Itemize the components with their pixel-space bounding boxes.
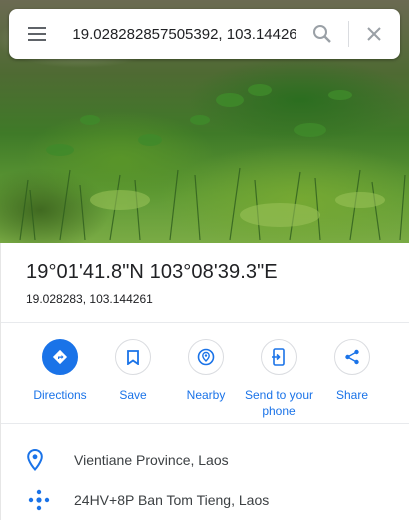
save-label: Save	[119, 388, 147, 402]
bookmark-icon	[127, 349, 139, 365]
share-icon	[345, 349, 359, 365]
region-text: Vientiane Province, Laos	[74, 452, 229, 468]
search-input[interactable]	[72, 19, 297, 49]
close-icon	[367, 27, 381, 41]
close-button[interactable]	[349, 9, 400, 59]
nearby-circle	[188, 339, 224, 375]
plus-code-icon	[28, 489, 50, 511]
place-panel: 19°01'41.8"N 103°08'39.3"E 19.028283, 10…	[0, 243, 409, 520]
directions-label: Directions	[33, 388, 87, 402]
send-to-phone-label: Send to your phone	[244, 388, 314, 418]
plus-code-row[interactable]: 24HV+8P Ban Tom Tieng, Laos	[1, 480, 409, 520]
directions-button[interactable]: Directions	[20, 339, 100, 403]
directions-circle	[42, 339, 78, 375]
location-photo[interactable]	[0, 0, 409, 243]
directions-icon	[52, 349, 68, 365]
search-button[interactable]	[296, 9, 347, 59]
menu-icon	[27, 27, 46, 41]
save-button[interactable]: Save	[93, 339, 173, 403]
send-to-phone-icon	[272, 348, 285, 366]
send-to-phone-button[interactable]: Send to your phone	[239, 339, 319, 419]
nearby-button[interactable]: Nearby	[166, 339, 246, 403]
share-circle	[334, 339, 370, 375]
location-pin-icon	[27, 449, 43, 471]
menu-button[interactable]	[9, 9, 64, 59]
divider	[1, 322, 409, 323]
place-title: 19°01'41.8"N 103°08'39.3"E	[26, 261, 278, 283]
search-bar	[9, 9, 400, 59]
search-icon	[312, 25, 331, 43]
save-circle	[115, 339, 151, 375]
nearby-icon	[197, 348, 215, 366]
share-button[interactable]: Share	[312, 339, 392, 403]
nearby-label: Nearby	[186, 388, 226, 402]
send-to-phone-circle	[261, 339, 297, 375]
place-coordinates: 19.028283, 103.144261	[26, 292, 153, 306]
divider	[1, 423, 409, 424]
plus-code-text: 24HV+8P Ban Tom Tieng, Laos	[74, 492, 270, 508]
action-buttons: Directions Save Nearby Send to your phon…	[1, 339, 409, 421]
share-label: Share	[335, 388, 369, 402]
region-row[interactable]: Vientiane Province, Laos	[1, 440, 409, 480]
